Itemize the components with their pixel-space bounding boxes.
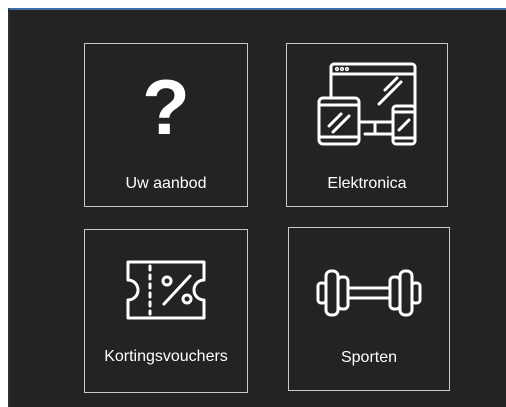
screen: ? Uw aanbod Elektronica Kortingsvouchers… <box>0 0 506 407</box>
tile-kortingsvouchers[interactable]: Kortingsvouchers <box>84 229 248 393</box>
category-panel: ? Uw aanbod Elektronica Kortingsvouchers… <box>8 8 506 407</box>
tile-sporten[interactable]: Sporten <box>288 227 450 391</box>
tile-uw-aanbod[interactable]: ? Uw aanbod <box>84 43 248 207</box>
voucher-icon <box>85 258 247 322</box>
dumbbell-icon <box>289 266 449 320</box>
tile-label: Elektronica <box>327 175 407 192</box>
question-mark-icon: ? <box>85 62 247 152</box>
tile-label: Kortingsvouchers <box>104 348 228 365</box>
tile-elektronica[interactable]: Elektronica <box>286 43 448 207</box>
question-mark-glyph: ? <box>142 63 190 151</box>
tile-label: Sporten <box>340 349 398 366</box>
devices-icon <box>287 60 447 148</box>
tile-label: Uw aanbod <box>125 175 207 192</box>
